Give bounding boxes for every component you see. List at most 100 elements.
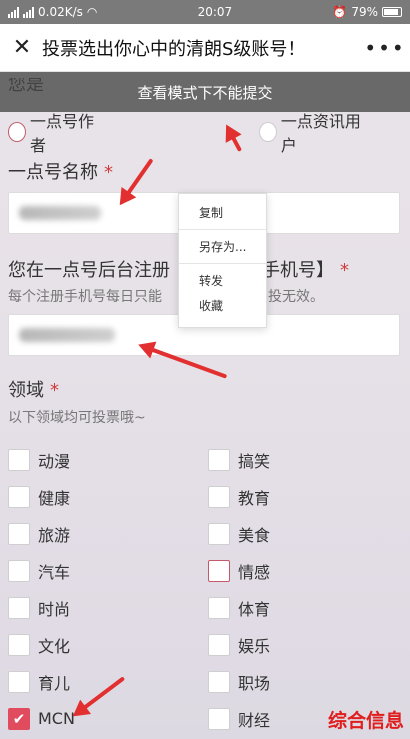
page-title: 投票选出你心中的清朗S级账号！	[42, 38, 306, 60]
domain-label: 领域 *	[8, 376, 59, 402]
radio-option-author[interactable]: 一点号作者	[8, 108, 101, 156]
checkbox-icon	[208, 707, 230, 730]
checkbox-label: 情感	[238, 562, 271, 582]
checkbox-fashion[interactable]: 时尚	[8, 596, 208, 620]
required-mark: *	[104, 162, 113, 183]
menu-item-save-as[interactable]: 另存为...	[179, 234, 266, 259]
checkbox-icon	[208, 448, 230, 471]
checkbox-icon	[208, 559, 230, 582]
phone-hint-start: 每个注册手机号每日只能	[8, 289, 162, 305]
check-icon: ✔	[8, 707, 30, 730]
checkbox-row: 旅游 美食	[8, 515, 408, 552]
alarm-icon: ⏰	[332, 5, 348, 19]
checkbox-label: 文化	[38, 636, 71, 656]
close-icon: ✕	[12, 35, 32, 60]
checkbox-health[interactable]: 健康	[8, 485, 208, 509]
checkbox-travel[interactable]: 旅游	[8, 522, 208, 546]
checkbox-row: 时尚 体育	[8, 589, 408, 626]
domain-checkbox-grid: 动漫 搞笑 健康 教育 旅游 美食 汽车 情感 时尚 体育 文化 娱乐 育儿 职…	[8, 441, 408, 737]
radio-option-user[interactable]: 一点资讯用户	[258, 108, 366, 156]
battery-percent: 79%	[351, 5, 378, 19]
checkbox-entertainment[interactable]: 娱乐	[208, 633, 408, 657]
menu-item-forward[interactable]: 转发	[179, 268, 266, 293]
radio-label: 一点号作者	[29, 112, 94, 155]
checkbox-row: 健康 教育	[8, 478, 408, 515]
signal-icon-2	[23, 6, 34, 18]
checkbox-mcn[interactable]: ✔ MCN	[8, 707, 208, 730]
checkbox-label: 旅游	[38, 525, 71, 545]
checkbox-label: 汽车	[38, 562, 71, 582]
checkbox-label: 财经	[238, 710, 271, 730]
required-mark: *	[340, 260, 349, 281]
battery-icon	[382, 7, 402, 17]
status-left: 0.02K/s ◠	[8, 5, 97, 19]
checkbox-row: 动漫 搞笑	[8, 441, 408, 478]
checkbox-icon	[8, 485, 30, 508]
domain-label-text: 领域	[8, 380, 44, 401]
account-name-label: 一点号名称 *	[8, 158, 113, 184]
checkbox-icon	[208, 485, 230, 508]
more-button[interactable]: •••	[364, 34, 403, 62]
menu-item-favorite[interactable]: 收藏	[179, 293, 266, 318]
checkbox-funny[interactable]: 搞笑	[208, 448, 408, 472]
status-right: ⏰ 79%	[332, 5, 402, 19]
checkbox-emotion[interactable]: 情感	[208, 559, 408, 583]
checkbox-row: 文化 娱乐	[8, 626, 408, 663]
radio-label: 一点资讯用户	[280, 112, 361, 155]
redacted-value	[19, 328, 115, 342]
checkbox-row: 汽车 情感	[8, 552, 408, 589]
signal-icon	[8, 6, 19, 18]
watermark: 综合信息	[327, 710, 404, 732]
checkbox-icon	[208, 633, 230, 656]
checkbox-icon	[8, 559, 30, 582]
checkbox-label: 美食	[238, 525, 271, 545]
checkbox-icon	[8, 596, 30, 619]
required-mark: *	[50, 380, 59, 401]
radio-icon	[258, 122, 277, 142]
checkbox-anime[interactable]: 动漫	[8, 448, 208, 472]
checkbox-icon	[8, 448, 30, 471]
menu-item-copy[interactable]: 复制	[179, 200, 266, 225]
checkbox-icon	[8, 633, 30, 656]
close-button[interactable]: ✕	[8, 34, 36, 62]
checkbox-education[interactable]: 教育	[208, 485, 408, 509]
wifi-icon: ◠	[86, 5, 98, 19]
phone-label-end: 手机号】	[262, 260, 334, 281]
domain-hint: 以下领域均可投票哦~	[8, 410, 146, 426]
clock: 20:07	[197, 5, 233, 19]
checkbox-label: 健康	[38, 488, 71, 508]
view-mode-banner: 查看模式下不能提交	[0, 72, 410, 112]
menu-divider	[179, 263, 266, 264]
checkbox-sports[interactable]: 体育	[208, 596, 408, 620]
status-bar: 0.02K/s ◠ 20:07 ⏰ 79%	[0, 0, 410, 24]
checkbox-label: 育儿	[38, 673, 71, 693]
checkbox-icon	[8, 670, 30, 693]
phone-hint: 每个注册手机号每日只能 多投无效。	[8, 286, 324, 306]
checkbox-icon	[208, 670, 230, 693]
checkbox-label: 搞笑	[238, 451, 271, 471]
checkbox-auto[interactable]: 汽车	[8, 559, 208, 583]
checkbox-culture[interactable]: 文化	[8, 633, 208, 657]
banner-text: 查看模式下不能提交	[137, 83, 273, 102]
title-bar: ✕ 投票选出你心中的清朗S级账号！ •••	[0, 24, 410, 72]
menu-divider	[179, 229, 266, 230]
phone-label-start: 您在一点号后台注册	[8, 260, 170, 281]
checkbox-label: 娱乐	[238, 636, 271, 656]
account-name-label-text: 一点号名称	[8, 162, 98, 183]
checkbox-label: 职场	[238, 673, 271, 693]
checkbox-label: 动漫	[38, 451, 71, 471]
checkbox-icon	[8, 522, 30, 545]
radio-icon	[8, 122, 26, 142]
checkbox-label: 体育	[238, 599, 271, 619]
checkbox-icon	[208, 596, 230, 619]
more-icon: •••	[364, 35, 406, 60]
user-type-radio-group: 一点号作者 一点资讯用户	[8, 108, 402, 156]
redacted-value	[19, 206, 101, 220]
context-menu: 复制 另存为... 转发 收藏	[178, 193, 267, 328]
checkbox-workplace[interactable]: 职场	[208, 670, 408, 694]
checkbox-row: 育儿 职场	[8, 663, 408, 700]
checkbox-label: 教育	[238, 488, 271, 508]
checkbox-icon	[208, 522, 230, 545]
network-speed: 0.02K/s	[38, 5, 83, 19]
checkbox-food[interactable]: 美食	[208, 522, 408, 546]
